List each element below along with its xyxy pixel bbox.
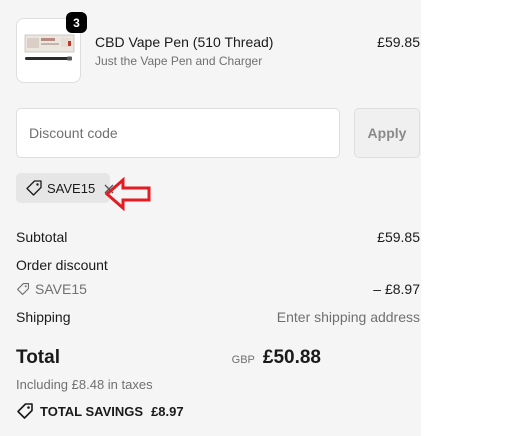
tag-icon — [17, 403, 33, 419]
total-savings-value: £8.97 — [151, 403, 184, 419]
shipping-value: Enter shipping address — [276, 309, 420, 325]
order-discount-row: Order discount — [16, 257, 420, 273]
order-summary-panel: 3 CBD Vape Pen (510 Thread) Just the Vap… — [0, 0, 421, 436]
line-item: 3 CBD Vape Pen (510 Thread) Just the Vap… — [16, 12, 420, 84]
total-label: Total — [16, 347, 60, 368]
applied-discount-chip: SAVE15 — [16, 173, 110, 203]
total-amount-group: GBP £50.88 — [232, 347, 321, 369]
shipping-row: Shipping Enter shipping address — [16, 309, 420, 325]
total-savings-label: TOTAL SAVINGS — [40, 403, 144, 419]
product-variant: Just the Vape Pen and Charger — [95, 54, 263, 68]
subtotal-label: Subtotal — [16, 229, 68, 245]
tax-note: Including £8.48 in taxes — [16, 377, 153, 392]
vape-pen-image — [24, 34, 75, 61]
product-title: CBD Vape Pen (510 Thread) — [95, 34, 274, 50]
annotation-arrow-icon — [104, 177, 151, 211]
currency-code: GBP — [231, 354, 255, 366]
subtotal-row: Subtotal £59.85 — [16, 229, 420, 245]
tag-icon — [26, 180, 42, 196]
subtotal-value: £59.85 — [377, 229, 420, 245]
tag-icon — [17, 283, 29, 295]
quantity-badge: 3 — [66, 12, 87, 33]
shipping-label: Shipping — [16, 309, 71, 325]
apply-discount-button[interactable]: Apply — [354, 108, 420, 158]
product-price: £59.85 — [377, 34, 420, 50]
discount-code-label: SAVE15 — [35, 281, 87, 297]
discount-code-row: SAVE15 – £8.97 — [16, 281, 420, 297]
order-discount-label: Order discount — [16, 257, 108, 273]
applied-discount-code: SAVE15 — [47, 180, 96, 196]
discount-value: – £8.97 — [373, 281, 420, 297]
discount-code-input[interactable] — [16, 108, 340, 158]
total-amount: £50.88 — [262, 347, 321, 368]
total-savings: TOTAL SAVINGS £8.97 — [16, 402, 184, 420]
